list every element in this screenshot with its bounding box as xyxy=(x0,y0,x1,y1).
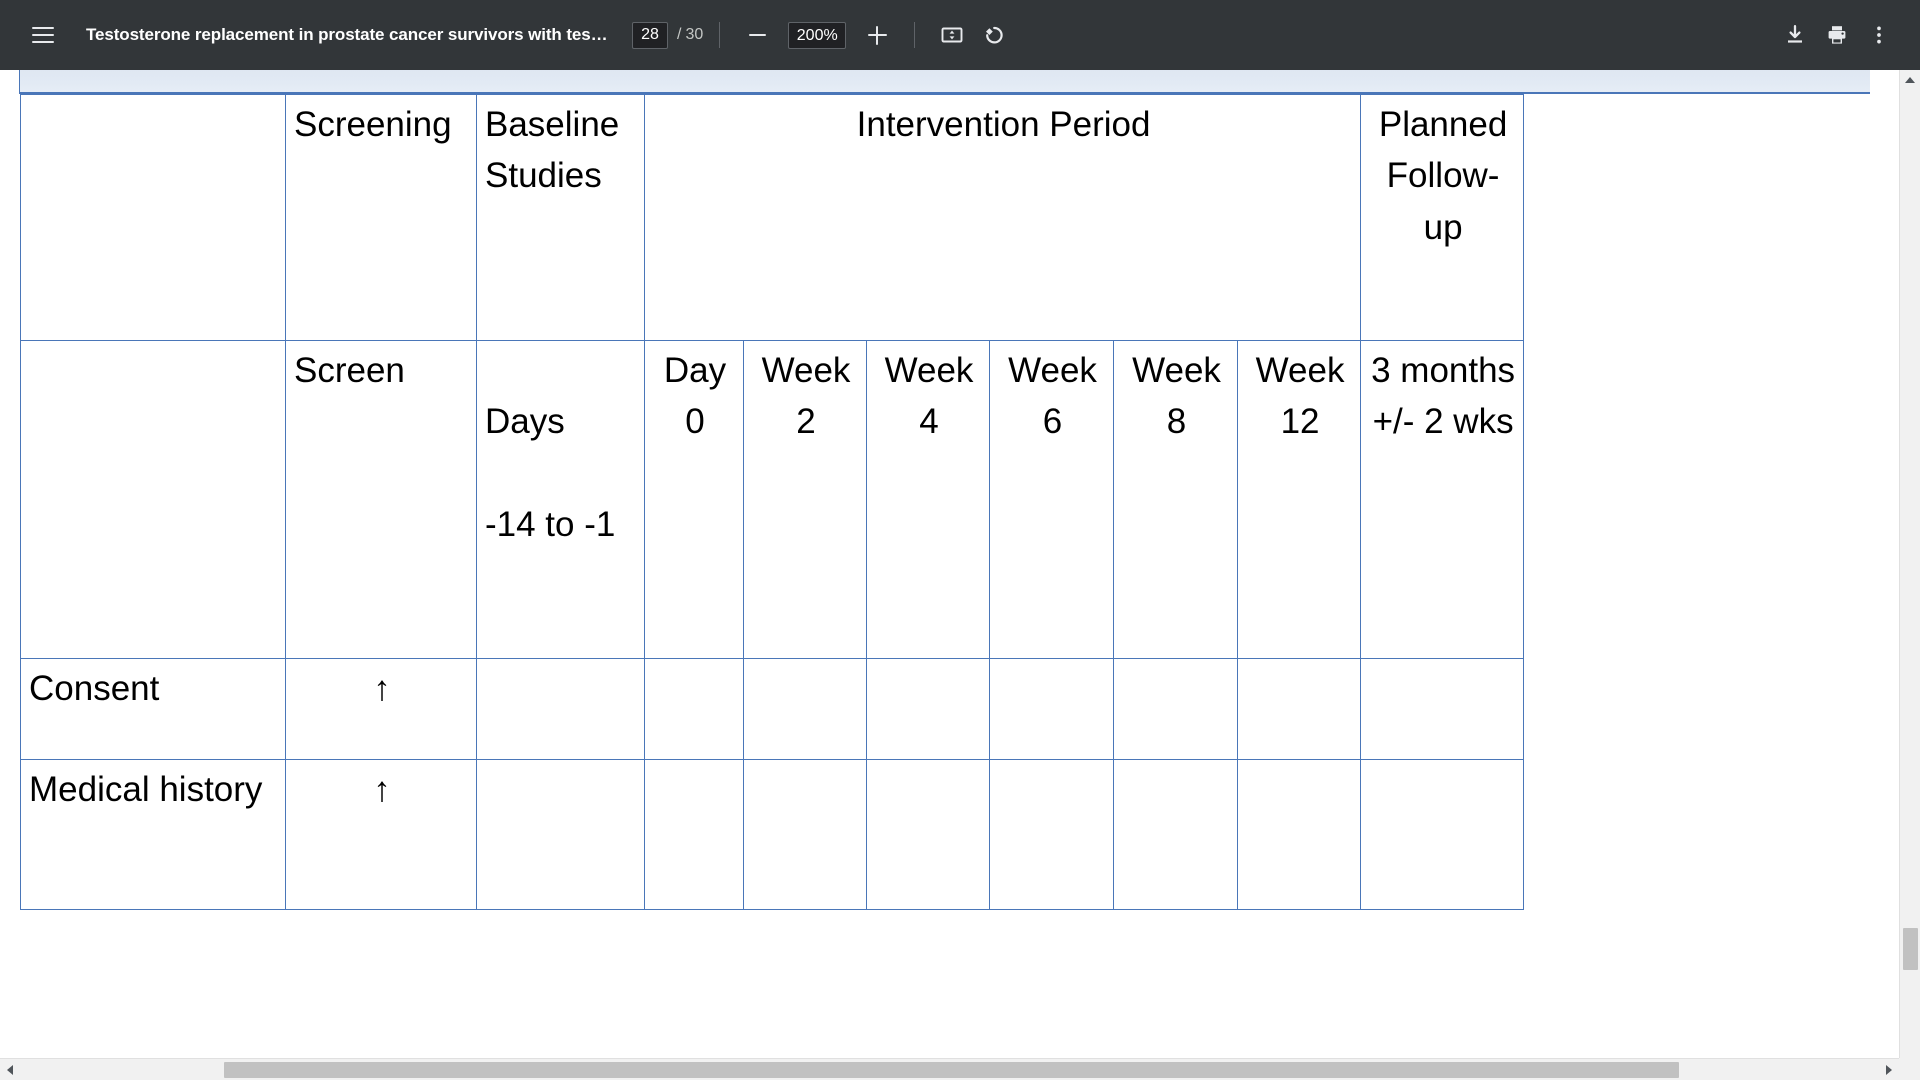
cell-consent-3months xyxy=(1360,658,1525,760)
cell-medhist-week2 xyxy=(743,759,867,910)
subheader-blank xyxy=(20,340,286,659)
pdf-page-28: Screening Baseline Studies Intervention … xyxy=(0,70,1890,1080)
hamburger-menu-button[interactable] xyxy=(22,14,64,56)
triangle-left-icon xyxy=(7,1064,13,1075)
page-number-input[interactable] xyxy=(632,21,668,49)
cell-medhist-screen: ↑ xyxy=(285,759,477,910)
subheader-day-0: Day 0 xyxy=(644,340,744,659)
horizontal-scrollbar[interactable] xyxy=(0,1058,1899,1080)
zoom-level-display[interactable]: 200% xyxy=(788,21,847,49)
cell-medhist-3months xyxy=(1360,759,1525,910)
page-count-total: 30 xyxy=(685,26,704,43)
subheader-week-12: Week 12 xyxy=(1236,340,1362,659)
cell-consent-week12 xyxy=(1236,658,1362,760)
cell-medhist-baseline xyxy=(476,759,645,910)
scroll-right-button[interactable] xyxy=(1879,1059,1899,1080)
table-row: Medical history ↑ xyxy=(20,759,1525,910)
table-row: Consent ↑ xyxy=(20,658,1525,760)
page-top-band xyxy=(20,70,1870,94)
scroll-up-button[interactable] xyxy=(1900,70,1920,90)
cell-consent-screen: ↑ xyxy=(285,658,477,760)
table-header-row-2: Screen Days -14 to -1 Day 0 Week 2 Week 4… xyxy=(20,340,1525,659)
fit-to-page-button[interactable] xyxy=(931,14,973,56)
download-icon xyxy=(1788,25,1802,43)
vertical-scrollbar-thumb[interactable] xyxy=(1903,928,1918,970)
cell-consent-day0 xyxy=(644,658,744,760)
cell-medhist-day0 xyxy=(644,759,744,910)
cell-consent-week2 xyxy=(743,658,867,760)
header-screening: Screening xyxy=(285,94,477,341)
cell-consent-week8 xyxy=(1113,658,1238,760)
row-label-medical-history: Medical history xyxy=(20,759,286,910)
zoom-controls: 200% xyxy=(736,14,898,56)
cell-medhist-week12 xyxy=(1236,759,1362,910)
zoom-out-button[interactable] xyxy=(736,14,778,56)
document-title: Testosterone replacement in prostate can… xyxy=(86,25,606,44)
vertical-scrollbar[interactable] xyxy=(1899,70,1920,1080)
row-label-consent: Consent xyxy=(20,658,286,760)
cell-medhist-week8 xyxy=(1113,759,1238,910)
plus-icon xyxy=(867,25,887,45)
header-baseline-studies: Baseline Studies xyxy=(476,94,645,341)
page-count-label: /30 xyxy=(677,26,703,44)
more-options-button[interactable] xyxy=(1858,14,1900,56)
rotate-button[interactable] xyxy=(973,14,1015,56)
cell-consent-week4 xyxy=(866,658,990,760)
page-navigation: /30 xyxy=(632,21,703,49)
pdf-viewer-toolbar: Testosterone replacement in prostate can… xyxy=(0,0,1920,70)
scroll-left-button[interactable] xyxy=(0,1059,20,1080)
cell-consent-baseline xyxy=(476,658,645,760)
more-vertical-icon xyxy=(1877,26,1881,44)
header-corner-blank xyxy=(20,94,286,341)
scrollbar-corner xyxy=(1899,1058,1920,1080)
subheader-week-4: Week 4 xyxy=(866,340,990,659)
subheader-days-window: Days -14 to -1 xyxy=(476,340,645,659)
toolbar-right-actions xyxy=(1774,14,1900,56)
cell-medhist-week4 xyxy=(866,759,990,910)
cell-consent-week6 xyxy=(989,658,1114,760)
horizontal-scrollbar-thumb[interactable] xyxy=(224,1062,1679,1078)
rotate-counterclockwise-icon xyxy=(986,26,1003,44)
minus-icon xyxy=(748,33,766,37)
toolbar-divider-2 xyxy=(914,22,916,48)
spacer-line xyxy=(485,345,638,396)
print-button[interactable] xyxy=(1816,14,1858,56)
download-button[interactable] xyxy=(1774,14,1816,56)
subheader-screen: Screen xyxy=(285,340,477,659)
subheader-3-months: 3 months +/- 2 wks xyxy=(1360,340,1525,659)
spacer-line-2 xyxy=(485,448,638,499)
subheader-week-6: Week 6 xyxy=(989,340,1114,659)
header-planned-follow-up: Planned Follow-up xyxy=(1360,94,1525,341)
header-intervention-period: Intervention Period xyxy=(643,94,1362,341)
subheader-week-2: Week 2 xyxy=(743,340,867,659)
triangle-up-icon xyxy=(1905,77,1915,83)
fit-to-page-icon xyxy=(941,27,963,43)
study-schedule-table: Screening Baseline Studies Intervention … xyxy=(20,94,1525,910)
page-count-separator: / xyxy=(677,26,682,43)
subheader-week-8: Week 8 xyxy=(1113,340,1238,659)
toolbar-divider-1 xyxy=(719,22,721,48)
print-icon xyxy=(1828,26,1846,44)
cell-medhist-week6 xyxy=(989,759,1114,910)
pdf-page-viewport: Screening Baseline Studies Intervention … xyxy=(0,70,1920,1080)
zoom-in-button[interactable] xyxy=(856,14,898,56)
triangle-right-icon xyxy=(1886,1064,1892,1075)
hamburger-menu-icon xyxy=(32,27,54,43)
table-header-row-1: Screening Baseline Studies Intervention … xyxy=(20,94,1525,341)
